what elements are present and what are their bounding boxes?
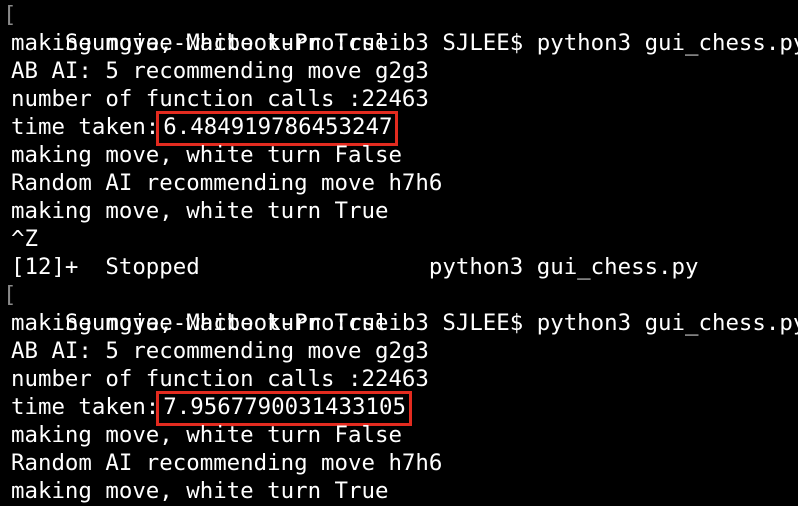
time-value-highlight: 7.9567790031433105 xyxy=(156,391,412,426)
terminal-line-output: Random AI recommending move h7h6 xyxy=(11,450,443,476)
terminal-line-interrupt: ^Z xyxy=(11,226,38,252)
terminal-line-output: Random AI recommending move h7h6 xyxy=(11,170,443,196)
terminal-line-output: number of function calls :22463 xyxy=(11,86,429,112)
terminal-line-prompt: [Seungjae-Macbook-Pro:cslib3 SJLEE$ pyth… xyxy=(3,1,798,56)
terminal-line-output: number of function calls :22463 xyxy=(11,366,429,392)
terminal-line-output: making move, white turn False xyxy=(11,422,402,448)
time-label: time taken: xyxy=(11,394,160,420)
terminal-line-output: making move, white turn True xyxy=(11,478,389,504)
terminal-line-output: making move, white turn False xyxy=(11,142,402,168)
terminal-line-prompt: [Seungjae-Macbook-Pro:cslib3 SJLEE$ pyth… xyxy=(3,281,798,336)
terminal-line-job-status: [12]+ Stopped python3 gui_chess.py xyxy=(11,254,699,280)
terminal-line-time: time taken: 7.9567790031433105 xyxy=(11,391,798,426)
terminal-line-output: making move, white turn True xyxy=(11,30,389,56)
time-label: time taken: xyxy=(11,114,160,140)
prompt-mark-icon: [ xyxy=(3,2,17,28)
terminal-line-output: making move, white turn True xyxy=(11,198,389,224)
time-value-highlight: 6.484919786453247 xyxy=(156,111,399,146)
terminal-window[interactable]: [Seungjae-Macbook-Pro:cslib3 SJLEE$ pyth… xyxy=(0,0,798,506)
terminal-line-output: AB AI: 5 recommending move g2g3 xyxy=(11,58,429,84)
terminal-line-output: AB AI: 5 recommending move g2g3 xyxy=(11,338,429,364)
terminal-line-time: time taken: 6.484919786453247 xyxy=(11,111,798,146)
terminal-line-output: making move, white turn True xyxy=(11,310,389,336)
prompt-mark-icon: [ xyxy=(3,282,17,308)
